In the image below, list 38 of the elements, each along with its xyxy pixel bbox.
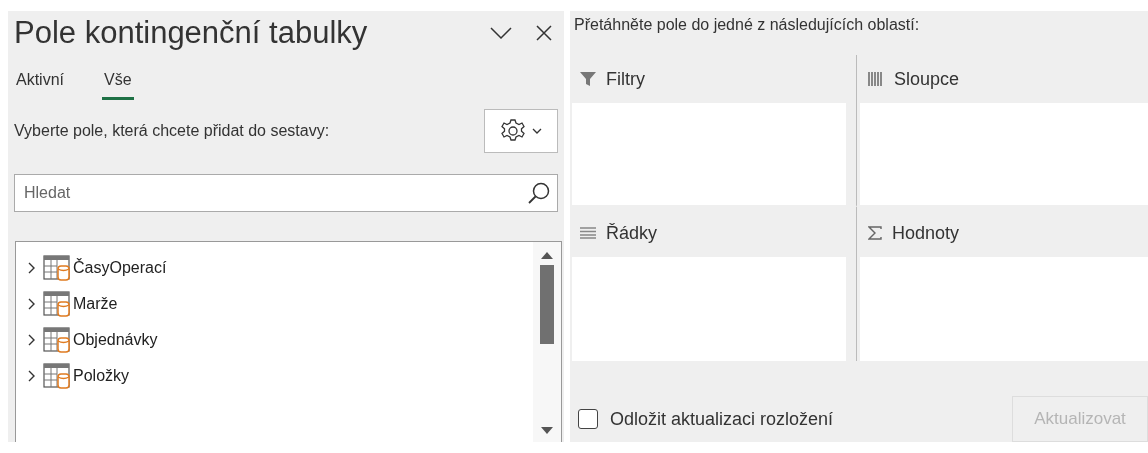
table-name[interactable]: Objednávky <box>73 331 158 349</box>
close-icon[interactable] <box>536 25 552 41</box>
checkbox-label[interactable]: Odložit aktualizaci rozložení <box>610 408 834 430</box>
area-label: Hodnoty <box>892 222 960 244</box>
caret-right-icon[interactable] <box>26 261 36 275</box>
field-prompt: Vyberte pole, která chcete přidat do sestavy: <box>14 122 330 140</box>
area-label: Sloupce <box>894 68 960 90</box>
search-field[interactable]: Hledat <box>14 174 558 212</box>
search-icon[interactable] <box>527 181 551 205</box>
scroll-up-icon[interactable] <box>540 250 554 260</box>
caret-right-icon[interactable] <box>26 297 36 311</box>
gear-icon <box>500 118 526 144</box>
table-icon <box>43 363 71 389</box>
table-name[interactable]: Položky <box>73 367 130 385</box>
area-label: Řádky <box>606 222 658 244</box>
rows-icon <box>580 227 596 239</box>
caret-down-icon <box>532 127 542 135</box>
table-name[interactable]: ČasyOperací <box>73 259 167 277</box>
table-icon <box>43 327 71 353</box>
caret-right-icon[interactable] <box>26 369 36 383</box>
columns-icon <box>868 72 884 86</box>
checkbox[interactable] <box>578 409 598 429</box>
areas-prompt: Přetáhněte pole do jedné z následujících oblastí: <box>573 15 921 35</box>
scroll-down-icon[interactable] <box>540 426 554 436</box>
sigma-icon <box>868 226 882 240</box>
scrollbar[interactable] <box>533 242 561 442</box>
area-label: Filtry <box>606 68 645 90</box>
scrollbar-thumb[interactable] <box>540 265 554 344</box>
chevron-down-icon[interactable] <box>490 26 512 40</box>
filter-icon <box>580 71 596 87</box>
caret-right-icon[interactable] <box>26 333 36 347</box>
panel-title: Pole kontingenční tabulky <box>14 15 369 51</box>
table-name[interactable]: Marže <box>73 295 118 313</box>
table-icon <box>43 255 71 281</box>
tab[interactable]: Aktivní <box>14 71 66 100</box>
table-icon <box>43 291 71 317</box>
tab[interactable]: Vše <box>102 71 134 100</box>
settings-button[interactable] <box>484 109 558 153</box>
